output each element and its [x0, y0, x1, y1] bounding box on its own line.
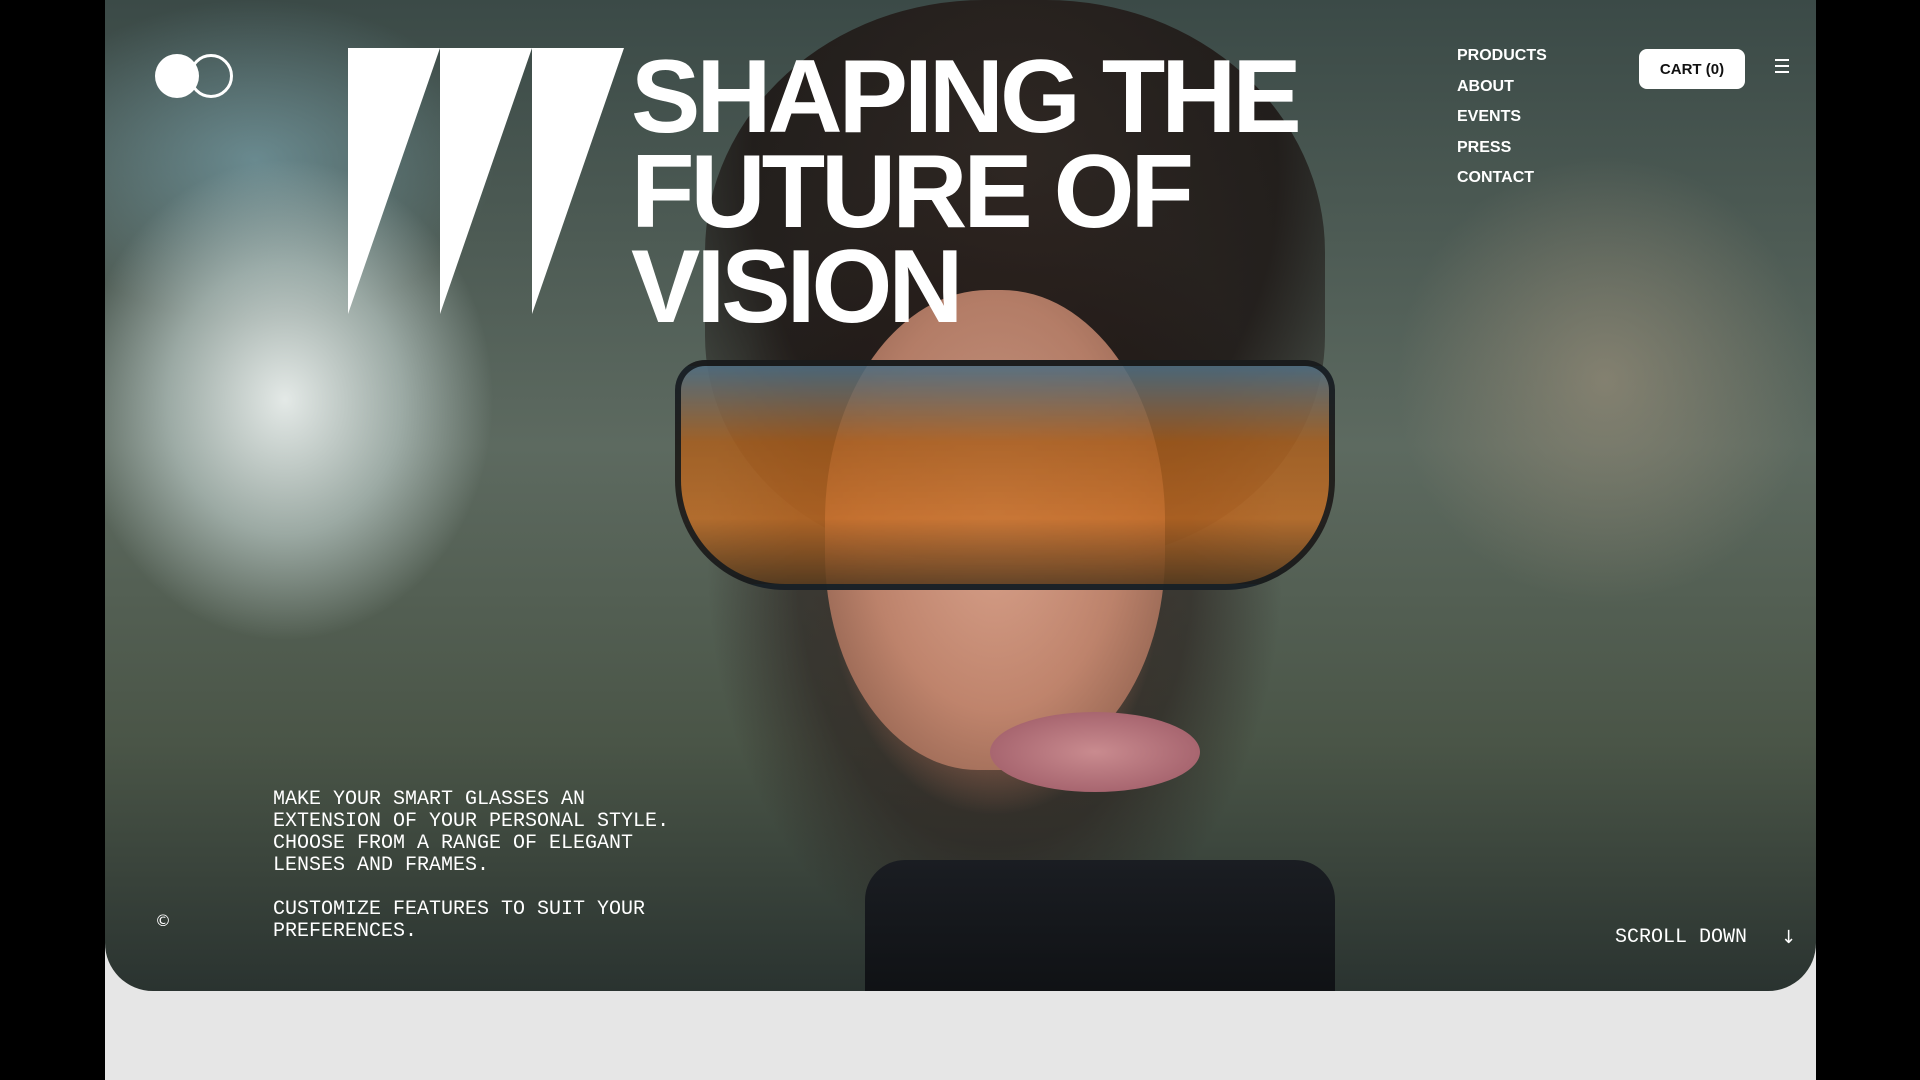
arrow-down-icon: ↓ — [1781, 927, 1797, 948]
nav-item-products[interactable]: PRODUCTS — [1457, 46, 1547, 77]
goggles-shape — [675, 360, 1335, 590]
copyright-icon: © — [155, 911, 171, 930]
logo-outline-circle — [189, 54, 233, 98]
scroll-down-button[interactable]: SCROLL DOWN ↓ — [1615, 926, 1796, 949]
logo-icon[interactable] — [155, 54, 235, 98]
main-nav: PRODUCTS ABOUT EVENTS PRESS CONTACT — [1457, 46, 1547, 199]
headline-line-2: FUTURE OF — [631, 134, 1194, 250]
hero-tagline: MAKE YOUR SMART GLASSES AN EXTENSION OF … — [273, 789, 693, 965]
brand-mark-stripe-2 — [440, 48, 532, 314]
tagline-paragraph-1: MAKE YOUR SMART GLASSES AN EXTENSION OF … — [273, 788, 670, 877]
hamburger-menu-icon[interactable] — [1775, 59, 1791, 73]
cart-button[interactable]: CART (0) — [1639, 49, 1745, 89]
page: SHAPING THE FUTURE OF VISION PRODUCTS AB… — [105, 0, 1816, 1080]
scroll-down-label: SCROLL DOWN — [1615, 926, 1748, 949]
hero-headline: SHAPING THE FUTURE OF VISION — [631, 39, 1302, 345]
tagline-paragraph-2: CUSTOMIZE FEATURES TO SUIT YOUR PREFEREN… — [273, 898, 646, 943]
headline-line-1: SHAPING THE — [631, 39, 1302, 155]
brand-mark-stripe-1 — [348, 48, 440, 314]
lips-shape — [990, 712, 1200, 792]
brand-mark-stripe-3 — [532, 48, 624, 314]
brand-mark-icon — [348, 48, 624, 314]
collar-shape — [865, 860, 1335, 991]
nav-item-events[interactable]: EVENTS — [1457, 107, 1547, 138]
nav-item-press[interactable]: PRESS — [1457, 138, 1547, 169]
hero-section: SHAPING THE FUTURE OF VISION PRODUCTS AB… — [105, 0, 1816, 991]
headline-line-3: VISION — [631, 229, 964, 345]
nav-item-about[interactable]: ABOUT — [1457, 77, 1547, 108]
nav-item-contact[interactable]: CONTACT — [1457, 168, 1547, 199]
